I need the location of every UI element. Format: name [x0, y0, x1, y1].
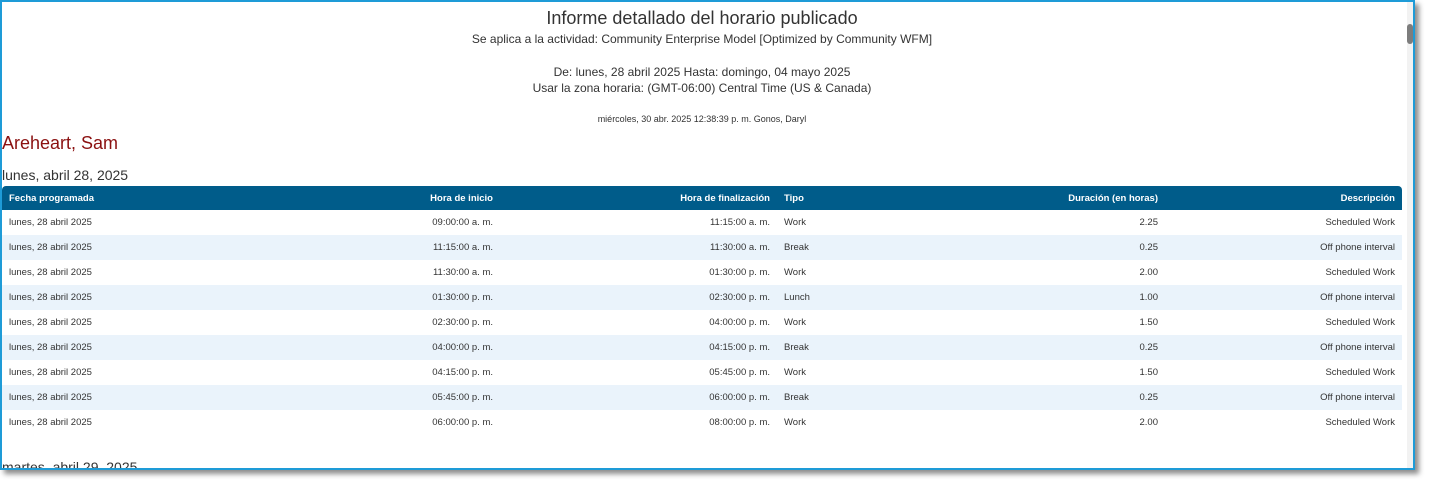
cell-end-time: 02:30:00 p. m. [500, 285, 777, 310]
activity-scope: Se aplica a la actividad: Community Ente… [471, 32, 933, 46]
cell-scheduled-date: lunes, 28 abril 2025 [9, 217, 92, 228]
col-end-time: Hora de finalización [500, 186, 777, 210]
cell-start-time: 05:45:00 p. m. [236, 385, 500, 410]
cell-end-time: 11:15:00 a. m. [709, 217, 770, 228]
report-title: Informe detallado del horario publicado [546, 8, 858, 28]
table-row: lunes, 28 abril 2025 04:00:00 p. m. 04:15:… [2, 335, 1402, 360]
cell-end-time: 04:00:00 p. m. [709, 317, 770, 328]
cell-duration: 0.25 [871, 385, 1165, 410]
cell-duration: 1.50 [1139, 317, 1159, 328]
cell-scheduled-date: lunes, 28 abril 2025 [9, 317, 92, 328]
employee-name: Areheart, Sam [2, 133, 119, 153]
table-row: lunes, 28 abril 2025 01:30:00 p. m. 02:30:… [2, 285, 1402, 310]
cell-scheduled-date: lunes, 28 abril 2025 [2, 335, 236, 360]
table-header-row: Fecha programada Hora de inicio Hora de … [2, 186, 1402, 210]
schedule-table: Fecha programada Hora de inicio Hora de … [2, 186, 1402, 435]
cell-end-time: 06:00:00 p. m. [500, 385, 777, 410]
table-row: lunes, 28 abril 2025 04:15:00 p. m. 05:45:… [2, 360, 1402, 385]
cell-scheduled-date: lunes, 28 abril 2025 [2, 235, 236, 260]
cell-type: Lunch [777, 285, 871, 310]
table-row: lunes, 28 abril 2025 05:45:00 p. m. 06:00:… [2, 385, 1402, 410]
cell-description: Scheduled Work [1325, 317, 1395, 328]
cell-scheduled-date: lunes, 28 abril 2025 [9, 367, 92, 378]
cell-type: Work [784, 217, 806, 228]
day-heading: lunes, abril 28, 2025 [2, 167, 129, 183]
cell-type: Break [777, 385, 871, 410]
cell-end-time: 05:45:00 p. m. [709, 367, 770, 378]
cell-type: Break [777, 235, 871, 260]
table-row: lunes, 28 abril 2025 11:30:00 a. m. 01:30:… [2, 260, 1402, 285]
table-row: lunes, 28 abril 2025 02:30:00 p. m. 04:00:… [2, 310, 1402, 335]
table-row: lunes, 28 abril 2025 11:15:00 a. m. 11:30:… [2, 235, 1402, 260]
day-heading: martes, abril 29, 2025 [2, 459, 138, 470]
cell-end-time: 04:15:00 p. m. [500, 335, 777, 360]
cell-type: Work [784, 367, 806, 378]
timezone: Usar la zona horaria: (GMT-06:00) Centra… [532, 81, 872, 95]
cell-type: Work [784, 417, 806, 428]
col-description: Descripción [1165, 186, 1402, 210]
cell-scheduled-date: lunes, 28 abril 2025 [2, 385, 236, 410]
cell-description: Off phone interval [1165, 335, 1402, 360]
cell-description: Off phone interval [1165, 235, 1402, 260]
cell-description: Scheduled Work [1325, 367, 1395, 378]
cell-duration: 2.00 [1139, 417, 1159, 428]
schedule-body: lunes, 28 abril 2025 09:00:00 a. m. 11:15:… [2, 210, 1402, 435]
cell-type: Work [784, 317, 806, 328]
cell-scheduled-date: lunes, 28 abril 2025 [2, 285, 236, 310]
cell-start-time: 09:00:00 a. m. [432, 217, 493, 228]
col-duration: Duración (en horas) [871, 186, 1165, 210]
cell-duration: 1.50 [1139, 367, 1159, 378]
table-row: lunes, 28 abril 2025 06:00:00 p. m. 08:00:… [2, 410, 1402, 435]
table-row: lunes, 28 abril 2025 09:00:00 a. m. 11:15:… [2, 210, 1402, 235]
cell-duration: 0.25 [871, 235, 1165, 260]
cell-end-time: 11:30:00 a. m. [500, 235, 777, 260]
vertical-scrollbar[interactable] [1407, 2, 1413, 468]
cell-scheduled-date: lunes, 28 abril 2025 [9, 417, 92, 428]
cell-description: Scheduled Work [1325, 417, 1395, 428]
cell-description: Scheduled Work [1325, 217, 1395, 228]
cell-description: Off phone interval [1165, 385, 1402, 410]
cell-start-time: 04:15:00 p. m. [432, 367, 493, 378]
col-scheduled-date: Fecha programada [2, 186, 236, 210]
col-type: Tipo [777, 186, 871, 210]
cell-type: Break [777, 335, 871, 360]
cell-end-time: 01:30:00 p. m. [709, 267, 770, 278]
cell-description: Off phone interval [1165, 285, 1402, 310]
generated-stamp: miércoles, 30 abr. 2025 12:38:39 p. m. G… [597, 114, 807, 124]
scrollbar-thumb[interactable] [1407, 24, 1413, 44]
cell-start-time: 02:30:00 p. m. [432, 317, 493, 328]
cell-start-time: 11:30:00 a. m. [432, 267, 493, 278]
col-start-time: Hora de inicio [236, 186, 500, 210]
cell-start-time: 11:15:00 a. m. [236, 235, 500, 260]
cell-start-time: 01:30:00 p. m. [236, 285, 500, 310]
cell-duration: 0.25 [871, 335, 1165, 360]
cell-type: Work [784, 267, 806, 278]
cell-end-time: 08:00:00 p. m. [709, 417, 770, 428]
cell-start-time: 06:00:00 p. m. [432, 417, 493, 428]
cell-start-time: 04:00:00 p. m. [236, 335, 500, 360]
date-range: De: lunes, 28 abril 2025 Hasta: domingo,… [553, 65, 851, 79]
cell-duration: 1.00 [871, 285, 1165, 310]
cell-duration: 2.00 [1139, 267, 1159, 278]
cell-duration: 2.25 [1139, 217, 1159, 228]
cell-scheduled-date: lunes, 28 abril 2025 [9, 267, 92, 278]
report-window: Informe detallado del horario publicado … [0, 0, 1415, 470]
cell-description: Scheduled Work [1325, 267, 1395, 278]
